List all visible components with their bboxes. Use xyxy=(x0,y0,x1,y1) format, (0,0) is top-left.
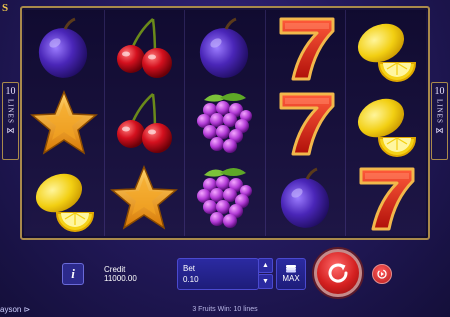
plum-icon xyxy=(266,161,346,236)
lines-indicator-right: 10 LINES ⋈ xyxy=(431,82,448,160)
lines-label: LINES xyxy=(6,99,15,124)
reel-5 xyxy=(346,10,426,236)
lemon-icon xyxy=(24,161,104,236)
bet-label: Bet xyxy=(183,264,196,273)
info-icon: i xyxy=(71,266,75,281)
autoplay-icon xyxy=(377,269,387,279)
lines-indicator-left: 10 LINES ⋈ xyxy=(2,82,19,160)
reel-frame xyxy=(20,6,430,240)
max-label: MAX xyxy=(282,274,300,283)
max-bet-button[interactable]: MAX xyxy=(276,258,306,290)
spin-arrow-icon xyxy=(328,263,348,283)
grapes-icon xyxy=(185,85,265,160)
plum-icon xyxy=(24,10,104,85)
lines-symbol-icon: ⋈ xyxy=(6,125,15,135)
seven-icon xyxy=(266,10,346,85)
game-logo-fragment: S xyxy=(0,0,22,34)
seven-icon xyxy=(266,85,346,160)
reel-4 xyxy=(265,10,347,236)
chevron-down-icon: ▼ xyxy=(262,278,269,285)
lemon-icon xyxy=(346,85,426,160)
lines-symbol-icon: ⋈ xyxy=(435,125,444,135)
lines-label: LINES xyxy=(435,99,444,124)
info-button[interactable]: i xyxy=(62,263,84,285)
star-icon xyxy=(24,85,104,160)
bet-decrease-button[interactable]: ▼ xyxy=(258,274,273,289)
grapes-icon xyxy=(185,161,265,236)
bet-increase-button[interactable]: ▲ xyxy=(258,258,273,273)
seven-icon xyxy=(346,161,426,236)
credit-value: 11000.00 xyxy=(104,274,137,283)
plum-icon xyxy=(185,10,265,85)
chevron-up-icon: ▲ xyxy=(262,262,269,269)
cherry-icon xyxy=(105,85,185,160)
reel-2 xyxy=(104,10,186,236)
star-icon xyxy=(105,161,185,236)
spin-button[interactable] xyxy=(314,249,362,297)
coin-stack-icon xyxy=(286,265,296,273)
reels-grid xyxy=(24,10,426,236)
autoplay-button[interactable] xyxy=(372,264,392,284)
lemon-icon xyxy=(346,10,426,85)
logo-text: S xyxy=(2,2,9,14)
cherry-icon xyxy=(105,10,185,85)
credit-label: Credit xyxy=(104,265,126,274)
win-status-text: 3 Fruits Win: 10 lines xyxy=(192,306,258,313)
reel-1 xyxy=(24,10,105,236)
reel-3 xyxy=(185,10,266,236)
bet-panel xyxy=(177,258,259,290)
lines-count: 10 xyxy=(434,86,445,97)
bet-value: 0.10 xyxy=(183,275,199,284)
lines-count: 10 xyxy=(5,86,16,97)
